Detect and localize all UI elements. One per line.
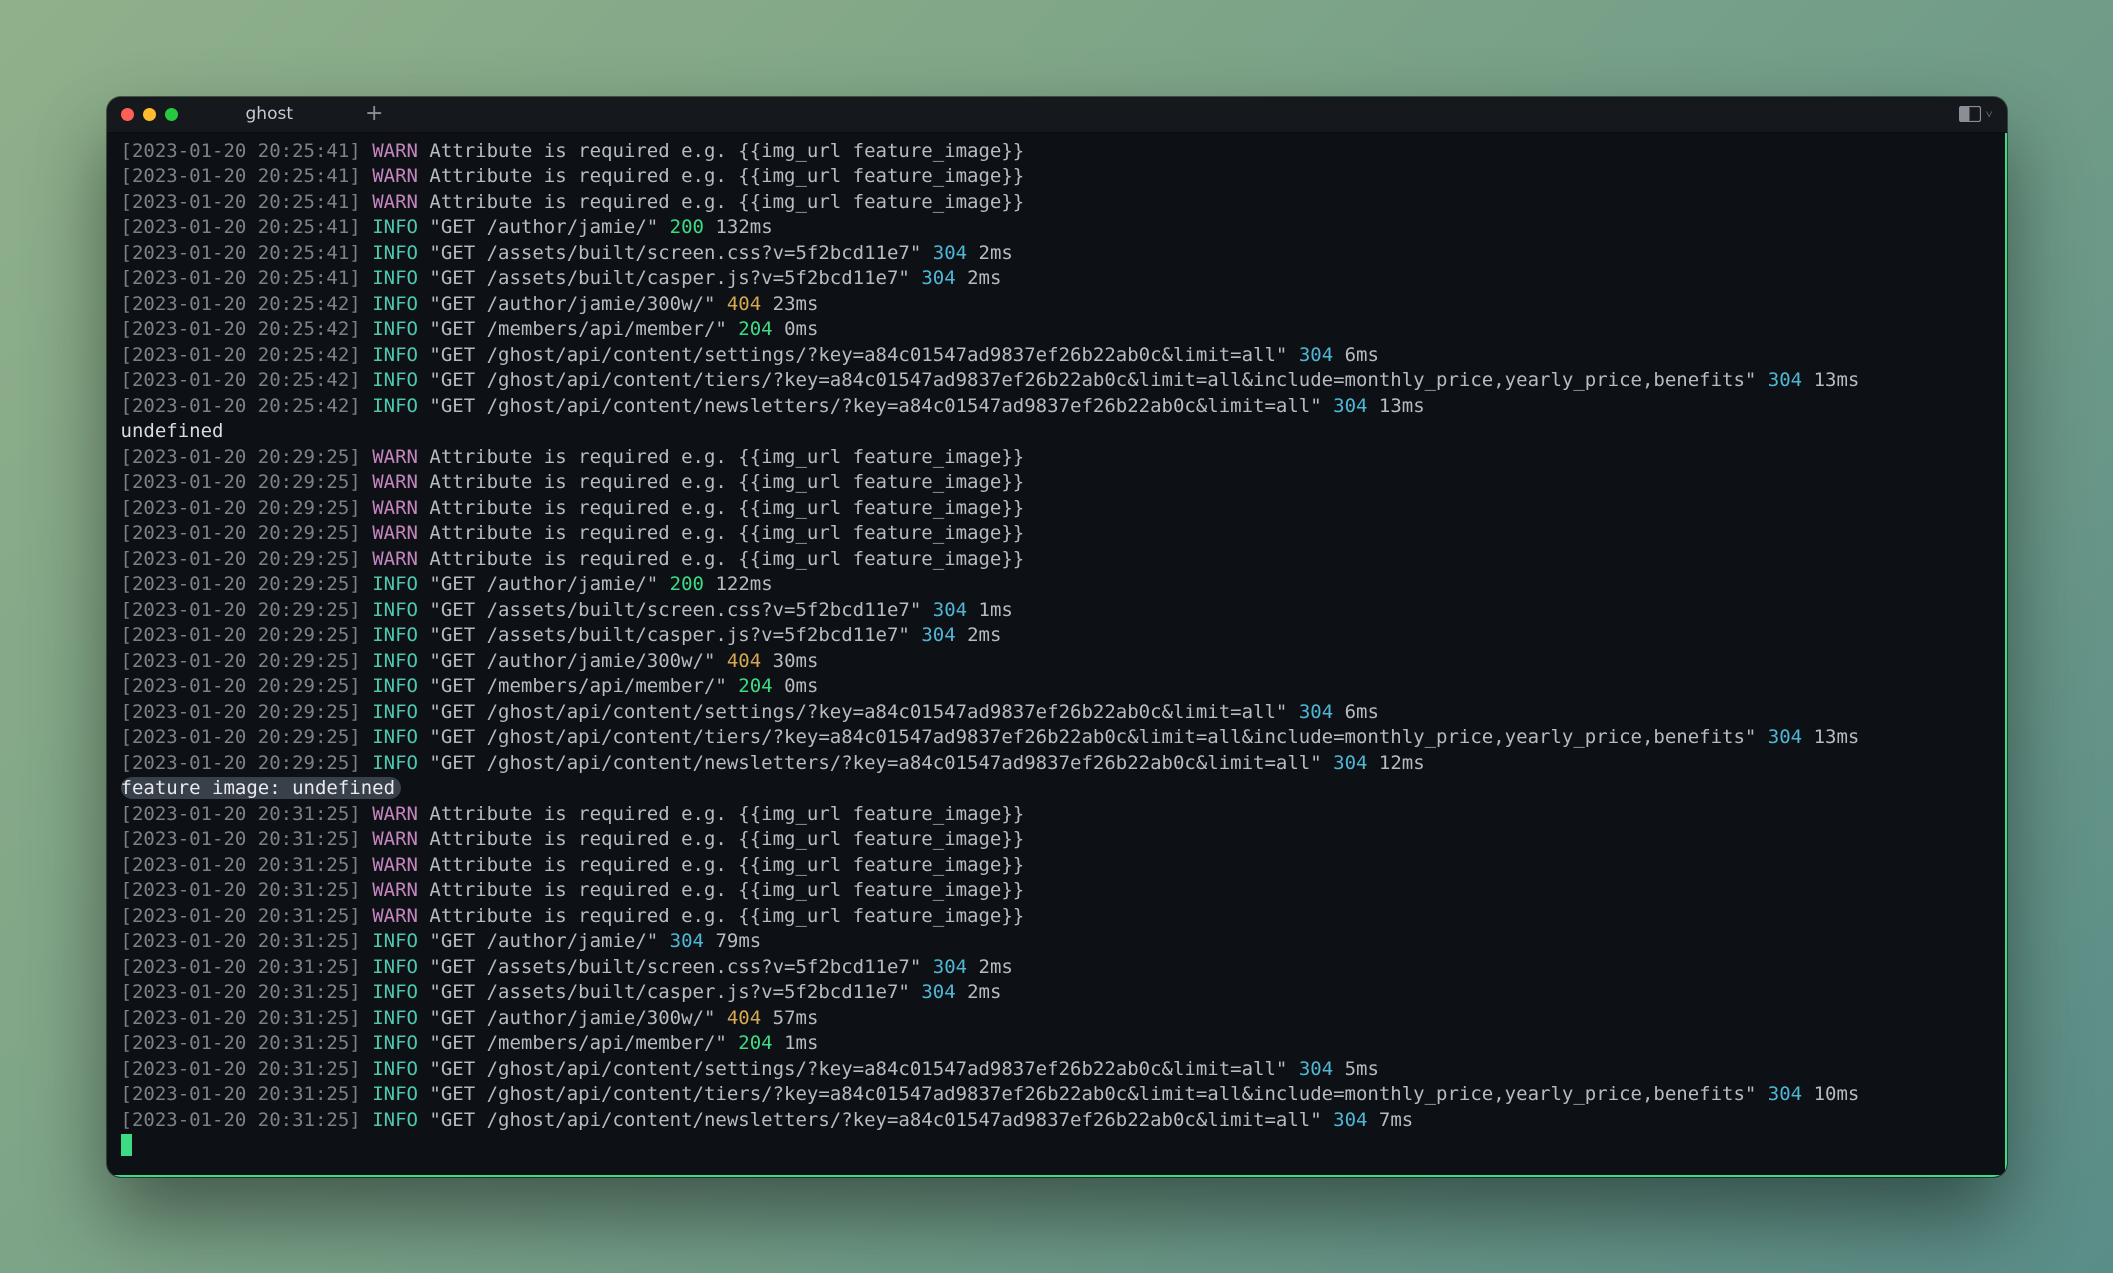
log-level: INFO <box>372 242 418 264</box>
log-line: [2023-01-20 20:31:25] INFO "GET /ghost/a… <box>121 1108 1991 1134</box>
window-controls <box>121 108 178 121</box>
log-level: INFO <box>372 599 418 621</box>
titlebar: ghost + ˅ <box>107 97 2007 133</box>
log-line: [2023-01-20 20:29:25] INFO "GET /members… <box>121 674 1991 700</box>
log-line: [2023-01-20 20:25:42] INFO "GET /author/… <box>121 292 1991 318</box>
log-line: [2023-01-20 20:25:41] WARN Attribute is … <box>121 164 1991 190</box>
log-level: INFO <box>372 726 418 748</box>
log-line: [2023-01-20 20:29:25] INFO "GET /ghost/a… <box>121 700 1991 726</box>
log-level: INFO <box>372 1032 418 1054</box>
log-line: [2023-01-20 20:31:25] INFO "GET /assets/… <box>121 955 1991 981</box>
log-line: [2023-01-20 20:31:25] WARN Attribute is … <box>121 827 1991 853</box>
log-level: INFO <box>372 624 418 646</box>
log-level: INFO <box>372 1083 418 1105</box>
tab-bar: ghost + <box>218 100 398 128</box>
log-level: INFO <box>372 267 418 289</box>
chevron-down-icon: ˅ <box>1986 107 1993 122</box>
log-level: INFO <box>372 981 418 1003</box>
log-line: [2023-01-20 20:31:25] WARN Attribute is … <box>121 853 1991 879</box>
log-level: INFO <box>372 752 418 774</box>
log-level: INFO <box>372 675 418 697</box>
log-level: INFO <box>372 1007 418 1029</box>
log-level: INFO <box>372 650 418 672</box>
log-line: [2023-01-20 20:29:25] WARN Attribute is … <box>121 496 1991 522</box>
log-line: [2023-01-20 20:29:25] INFO "GET /assets/… <box>121 623 1991 649</box>
close-button[interactable] <box>121 108 134 121</box>
minimize-button[interactable] <box>143 108 156 121</box>
tab-ghost[interactable]: ghost <box>218 100 322 128</box>
log-level: WARN <box>372 854 418 876</box>
log-line: [2023-01-20 20:29:25] INFO "GET /author/… <box>121 649 1991 675</box>
log-line: [2023-01-20 20:25:41] INFO "GET /assets/… <box>121 266 1991 292</box>
log-level: WARN <box>372 879 418 901</box>
log-line: [2023-01-20 20:25:42] INFO "GET /ghost/a… <box>121 394 1991 420</box>
log-line: [2023-01-20 20:31:25] WARN Attribute is … <box>121 904 1991 930</box>
log-line: [2023-01-20 20:31:25] WARN Attribute is … <box>121 878 1991 904</box>
log-line: [2023-01-20 20:31:25] INFO "GET /author/… <box>121 1006 1991 1032</box>
log-line: [2023-01-20 20:25:41] WARN Attribute is … <box>121 139 1991 165</box>
log-line: [2023-01-20 20:31:25] INFO "GET /ghost/a… <box>121 1082 1991 1108</box>
log-line: [2023-01-20 20:29:25] INFO "GET /assets/… <box>121 598 1991 624</box>
log-level: INFO <box>372 344 418 366</box>
log-line: [2023-01-20 20:25:42] INFO "GET /members… <box>121 317 1991 343</box>
log-level: WARN <box>372 191 418 213</box>
log-line: [2023-01-20 20:31:25] INFO "GET /assets/… <box>121 980 1991 1006</box>
log-line: [2023-01-20 20:31:25] INFO "GET /author/… <box>121 929 1991 955</box>
log-level: WARN <box>372 828 418 850</box>
log-plain-highlight: feature image: undefined <box>121 777 402 799</box>
log-level: INFO <box>372 293 418 315</box>
log-level: WARN <box>372 497 418 519</box>
cursor <box>121 1134 132 1156</box>
log-line: [2023-01-20 20:25:41] INFO "GET /assets/… <box>121 241 1991 267</box>
log-line: [2023-01-20 20:29:25] WARN Attribute is … <box>121 547 1991 573</box>
log-line: [2023-01-20 20:29:25] WARN Attribute is … <box>121 445 1991 471</box>
log-line: [2023-01-20 20:29:25] INFO "GET /ghost/a… <box>121 751 1991 777</box>
log-level: INFO <box>372 930 418 952</box>
log-line: undefined <box>121 419 1991 445</box>
split-view-icon <box>1959 106 1981 122</box>
log-line: [2023-01-20 20:29:25] WARN Attribute is … <box>121 470 1991 496</box>
log-line: [2023-01-20 20:25:41] INFO "GET /author/… <box>121 215 1991 241</box>
log-level: WARN <box>372 446 418 468</box>
log-line: [2023-01-20 20:31:25] INFO "GET /ghost/a… <box>121 1057 1991 1083</box>
log-line: [2023-01-20 20:25:42] INFO "GET /ghost/a… <box>121 368 1991 394</box>
log-level: WARN <box>372 471 418 493</box>
log-level: INFO <box>372 1109 418 1131</box>
log-level: INFO <box>372 318 418 340</box>
terminal-window: ghost + ˅ [2023-01-20 20:25:41] WARN Att… <box>107 97 2007 1177</box>
log-level: WARN <box>372 165 418 187</box>
log-line: [2023-01-20 20:25:42] INFO "GET /ghost/a… <box>121 343 1991 369</box>
log-line: feature image: undefined <box>121 776 1991 802</box>
log-level: INFO <box>372 701 418 723</box>
log-level: INFO <box>372 395 418 417</box>
log-level: WARN <box>372 522 418 544</box>
terminal-output[interactable]: [2023-01-20 20:25:41] WARN Attribute is … <box>107 133 2007 1177</box>
log-level: INFO <box>372 956 418 978</box>
log-line: [2023-01-20 20:31:25] WARN Attribute is … <box>121 802 1991 828</box>
log-line: [2023-01-20 20:25:41] WARN Attribute is … <box>121 190 1991 216</box>
log-level: WARN <box>372 803 418 825</box>
log-level: INFO <box>372 216 418 238</box>
log-level: WARN <box>372 548 418 570</box>
log-level: WARN <box>372 905 418 927</box>
log-line: [2023-01-20 20:29:25] INFO "GET /author/… <box>121 572 1991 598</box>
log-line: [2023-01-20 20:29:25] WARN Attribute is … <box>121 521 1991 547</box>
log-level: INFO <box>372 369 418 391</box>
log-level: INFO <box>372 1058 418 1080</box>
log-level: INFO <box>372 573 418 595</box>
log-level: WARN <box>372 140 418 162</box>
log-line: [2023-01-20 20:29:25] INFO "GET /ghost/a… <box>121 725 1991 751</box>
new-tab-button[interactable]: + <box>351 103 397 125</box>
log-line: [2023-01-20 20:31:25] INFO "GET /members… <box>121 1031 1991 1057</box>
maximize-button[interactable] <box>165 108 178 121</box>
split-view-button[interactable]: ˅ <box>1959 106 1993 122</box>
prompt-line[interactable] <box>121 1133 1991 1159</box>
